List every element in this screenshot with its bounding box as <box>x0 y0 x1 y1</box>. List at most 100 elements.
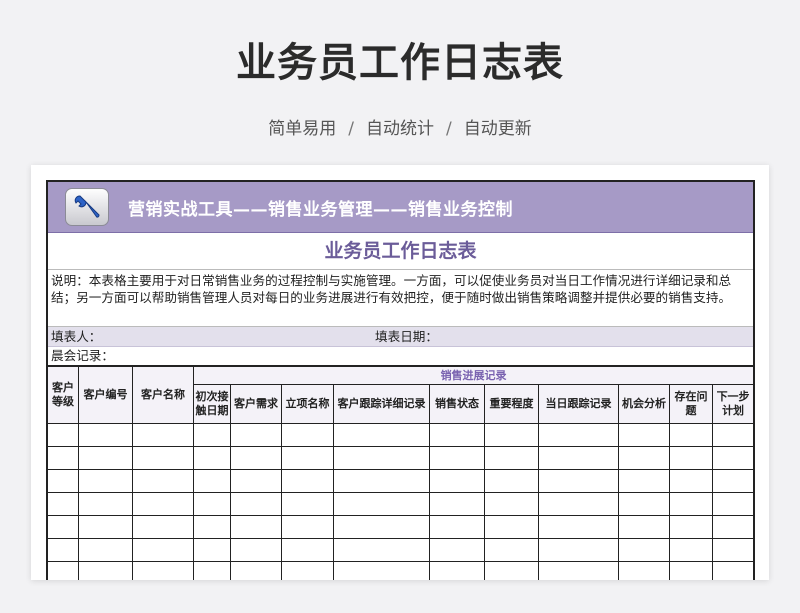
table-cell[interactable] <box>484 538 539 562</box>
table-cell[interactable] <box>333 423 430 447</box>
table-cell[interactable] <box>484 469 539 493</box>
tag-auto-stats: 自动统计 <box>366 119 434 139</box>
table-cell[interactable] <box>618 492 670 516</box>
table-cell[interactable] <box>333 515 430 539</box>
table-cell[interactable] <box>429 538 485 562</box>
table-cell[interactable] <box>281 469 334 493</box>
table-cell[interactable] <box>132 446 194 470</box>
table-cell[interactable] <box>281 423 334 447</box>
table-cell[interactable] <box>538 469 619 493</box>
table-cell[interactable] <box>669 561 713 580</box>
table-cell[interactable] <box>78 515 133 539</box>
table-cell[interactable] <box>47 538 79 562</box>
table-cell[interactable] <box>78 423 133 447</box>
table-cell[interactable] <box>618 515 670 539</box>
table-cell[interactable] <box>132 538 194 562</box>
table-row <box>47 469 755 493</box>
table-cell[interactable] <box>669 469 713 493</box>
table-cell[interactable] <box>78 561 133 580</box>
table-cell[interactable] <box>484 446 539 470</box>
table-cell[interactable] <box>47 446 79 470</box>
table-cell[interactable] <box>193 446 231 470</box>
table-cell[interactable] <box>78 538 133 562</box>
table-cell[interactable] <box>711 515 755 539</box>
table-cell[interactable] <box>333 561 430 580</box>
table-cell[interactable] <box>333 492 430 516</box>
table-cell[interactable] <box>230 469 282 493</box>
table-cell[interactable] <box>429 492 485 516</box>
table-cell[interactable] <box>484 561 539 580</box>
col-header-issues: 存在问题 <box>669 384 713 424</box>
table-cell[interactable] <box>230 423 282 447</box>
table-cell[interactable] <box>669 515 713 539</box>
table-cell[interactable] <box>193 515 231 539</box>
table-cell[interactable] <box>429 469 485 493</box>
spreadsheet-preview: 营销实战工具——销售业务管理——销售业务控制 业务员工作日志表 说明：本表格主要… <box>31 165 769 580</box>
table-cell[interactable] <box>333 446 430 470</box>
table-cell[interactable] <box>618 469 670 493</box>
table-cell[interactable] <box>618 446 670 470</box>
table-cell[interactable] <box>47 561 79 580</box>
table-cell[interactable] <box>281 492 334 516</box>
table-cell[interactable] <box>538 515 619 539</box>
table-cell[interactable] <box>711 492 755 516</box>
table-cell[interactable] <box>538 561 619 580</box>
table-cell[interactable] <box>281 561 334 580</box>
table-cell[interactable] <box>618 538 670 562</box>
table-cell[interactable] <box>47 515 79 539</box>
table-cell[interactable] <box>230 538 282 562</box>
table-cell[interactable] <box>78 469 133 493</box>
table-cell[interactable] <box>618 561 670 580</box>
table-cell[interactable] <box>429 515 485 539</box>
table-cell[interactable] <box>132 469 194 493</box>
table-cell[interactable] <box>230 446 282 470</box>
table-cell[interactable] <box>711 423 755 447</box>
table-cell[interactable] <box>538 423 619 447</box>
table-cell[interactable] <box>230 561 282 580</box>
table-cell[interactable] <box>333 469 430 493</box>
tag-separator: / <box>446 119 452 139</box>
table-cell[interactable] <box>193 469 231 493</box>
table-cell[interactable] <box>281 515 334 539</box>
table-cell[interactable] <box>711 561 755 580</box>
table-cell[interactable] <box>484 515 539 539</box>
table-cell[interactable] <box>193 492 231 516</box>
table-cell[interactable] <box>47 469 79 493</box>
table-cell[interactable] <box>47 492 79 516</box>
table-cell[interactable] <box>281 446 334 470</box>
table-cell[interactable] <box>132 423 194 447</box>
table-cell[interactable] <box>538 446 619 470</box>
table-cell[interactable] <box>669 423 713 447</box>
table-cell[interactable] <box>132 492 194 516</box>
table-cell[interactable] <box>669 446 713 470</box>
table-cell[interactable] <box>333 538 430 562</box>
table-cell[interactable] <box>78 492 133 516</box>
table-cell[interactable] <box>230 515 282 539</box>
table-cell[interactable] <box>429 561 485 580</box>
table-cell[interactable] <box>193 538 231 562</box>
table-cell[interactable] <box>132 515 194 539</box>
table-cell[interactable] <box>47 423 79 447</box>
table-cell[interactable] <box>484 492 539 516</box>
table-cell[interactable] <box>618 423 670 447</box>
log-table: 客户等级 客户编号 客户名称 销售进展记录 初次接触日期 客户需求 立项名称 客… <box>47 366 755 580</box>
col-header-id: 客户编号 <box>78 366 133 424</box>
table-cell[interactable] <box>669 538 713 562</box>
table-cell[interactable] <box>429 423 485 447</box>
table-cell[interactable] <box>132 561 194 580</box>
table-cell[interactable] <box>669 492 713 516</box>
table-cell[interactable] <box>538 538 619 562</box>
table-cell[interactable] <box>711 538 755 562</box>
table-cell[interactable] <box>711 446 755 470</box>
table-row <box>47 561 755 580</box>
col-header-next-plan: 下一步计划 <box>711 384 755 424</box>
table-cell[interactable] <box>193 561 231 580</box>
table-cell[interactable] <box>281 538 334 562</box>
table-cell[interactable] <box>538 492 619 516</box>
table-cell[interactable] <box>193 423 231 447</box>
table-cell[interactable] <box>484 423 539 447</box>
table-cell[interactable] <box>230 492 282 516</box>
table-cell[interactable] <box>78 446 133 470</box>
table-cell[interactable] <box>711 469 755 493</box>
table-cell[interactable] <box>429 446 485 470</box>
